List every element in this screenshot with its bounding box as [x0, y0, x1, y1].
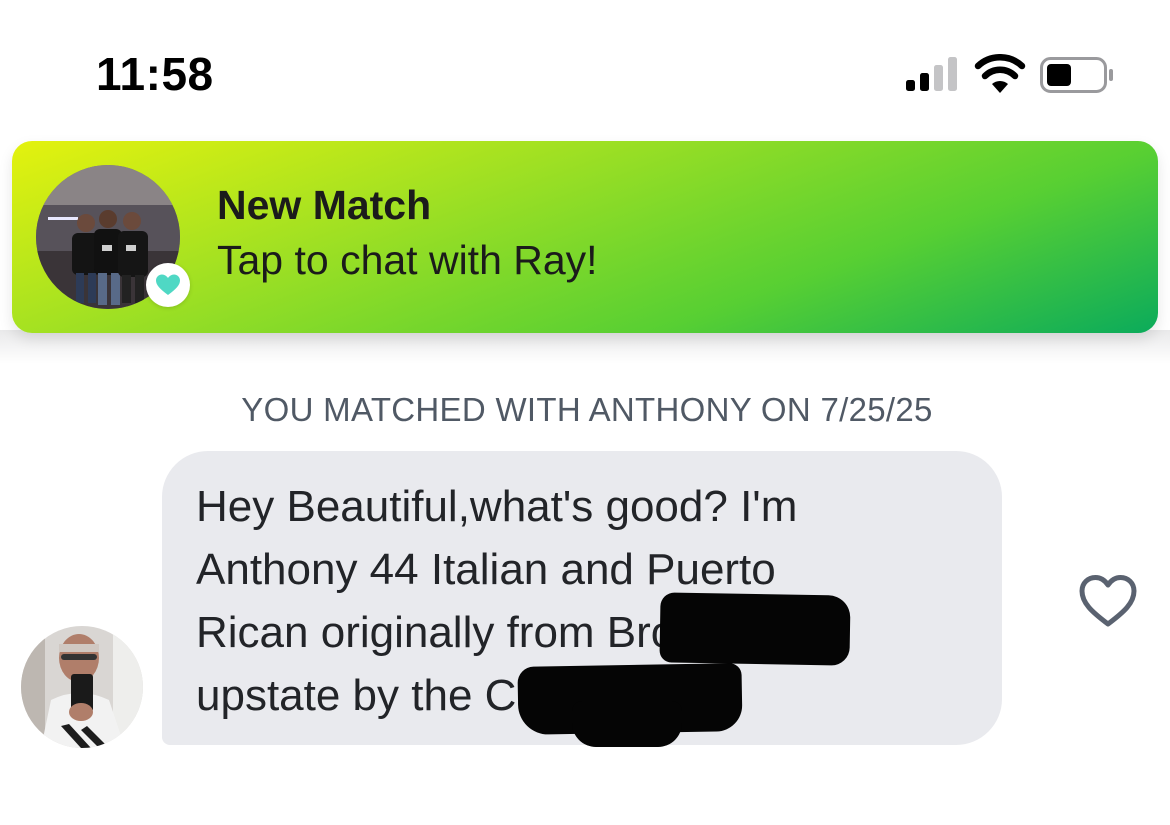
redaction-mark [572, 701, 682, 747]
status-time: 11:58 [96, 48, 214, 100]
heart-outline-icon[interactable] [1078, 574, 1138, 628]
notification-subtitle: Tap to chat with Ray! [217, 237, 598, 283]
new-match-notification[interactable]: New Match Tap to chat with Ray! [12, 141, 1158, 333]
heart-icon [156, 274, 180, 295]
notification-title: New Match [217, 182, 432, 228]
heart-badge [146, 263, 190, 307]
sender-avatar[interactable] [21, 626, 143, 748]
match-notice: YOU MATCHED WITH ANTHONY ON 7/25/25 [241, 391, 933, 428]
cellular-signal-icon [906, 57, 957, 91]
battery-icon [1040, 57, 1113, 93]
screen: 11:58 New Match Tap to chat with Ray! YO… [0, 0, 1170, 825]
sender-photo [21, 626, 143, 748]
wifi-icon [974, 54, 1026, 93]
redaction-mark [659, 592, 851, 666]
message-bubble[interactable]: Hey Beautiful,what's good? I'm Anthony 4… [162, 451, 1002, 747]
banner-shadow [0, 330, 1170, 364]
